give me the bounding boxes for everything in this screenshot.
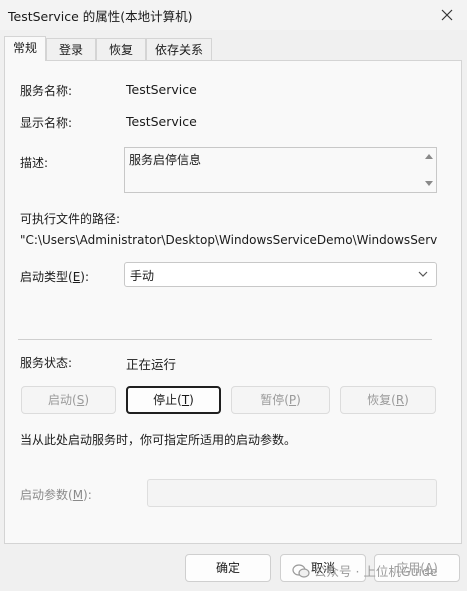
stop-button-post: ) (189, 393, 194, 407)
exe-path-label: 可执行文件的路径: (20, 212, 121, 226)
startup-type-label: 启动类型(E): (20, 268, 89, 285)
chevron-down-icon (418, 271, 428, 277)
service-name-label: 服务名称: (20, 84, 73, 98)
tab-dependencies-label: 依存关系 (154, 43, 203, 57)
tab-recovery[interactable]: 恢复 (96, 38, 146, 60)
tab-strip: 常规 登录 恢复 依存关系 (0, 36, 467, 61)
startup-type-label-pre: 启动类型( (20, 270, 73, 284)
start-button-pre: 启动( (48, 393, 77, 407)
stop-button[interactable]: 停止(T) (126, 386, 221, 414)
ok-button[interactable]: 确定 (185, 554, 271, 582)
service-status-label: 服务状态: (20, 356, 73, 370)
startup-type-label-post: ): (80, 270, 90, 284)
stop-button-pre: 停止( (153, 393, 182, 407)
exe-path-value[interactable]: "C:\Users\Administrator\Desktop\WindowsS… (20, 233, 438, 247)
display-name-label: 显示名称: (20, 116, 73, 130)
start-params-label-key: M (72, 488, 84, 502)
watermark: 公众号 · 上位机Guide (292, 561, 438, 580)
close-icon (441, 9, 453, 21)
start-params-label-pre: 启动参数( (20, 488, 73, 502)
start-params-label: 启动参数(M): (20, 486, 92, 503)
start-params-hint: 当从此处启动服务时，你可指定所适用的启动参数。 (20, 433, 297, 447)
pause-button[interactable]: 暂停(P) (231, 386, 330, 414)
start-params-input[interactable] (147, 479, 437, 507)
description-textarea[interactable]: 服务启停信息 (124, 147, 437, 193)
resume-button-post: ) (404, 393, 409, 407)
start-button-post: ) (84, 393, 89, 407)
separator (18, 339, 432, 340)
resume-button-pre: 恢复( (367, 393, 396, 407)
startup-type-value: 手动 (130, 269, 155, 283)
scroll-up-icon[interactable] (425, 154, 433, 159)
description-label: 描述: (20, 156, 49, 170)
window-title: TestService 的属性(本地计算机) (8, 9, 193, 24)
resume-button[interactable]: 恢复(R) (340, 386, 436, 414)
description-text: 服务启停信息 (129, 153, 202, 167)
tab-logon-label: 登录 (58, 43, 83, 57)
tab-dependencies[interactable]: 依存关系 (146, 38, 212, 60)
title-bar: TestService 的属性(本地计算机) (0, 0, 467, 30)
general-panel (4, 60, 462, 544)
wechat-icon (292, 563, 310, 578)
service-name-value: TestService (126, 82, 197, 97)
watermark-text: 公众号 · 上位机Guide (314, 564, 438, 579)
start-params-label-post: ): (83, 488, 92, 502)
service-status-value: 正在运行 (126, 357, 177, 372)
description-scrollbar[interactable] (422, 148, 436, 192)
close-button[interactable] (427, 0, 467, 30)
scroll-down-icon[interactable] (425, 181, 433, 186)
tab-general-label: 常规 (12, 41, 37, 55)
pause-button-post: ) (296, 393, 301, 407)
tab-general[interactable]: 常规 (4, 36, 46, 61)
startup-type-select[interactable]: 手动 (124, 262, 437, 287)
pause-button-pre: 暂停( (260, 393, 289, 407)
tab-recovery-label: 恢复 (108, 43, 133, 57)
start-button[interactable]: 启动(S) (21, 386, 116, 414)
resume-button-key: R (395, 393, 405, 407)
tab-logon[interactable]: 登录 (46, 38, 96, 60)
display-name-value: TestService (126, 114, 197, 129)
